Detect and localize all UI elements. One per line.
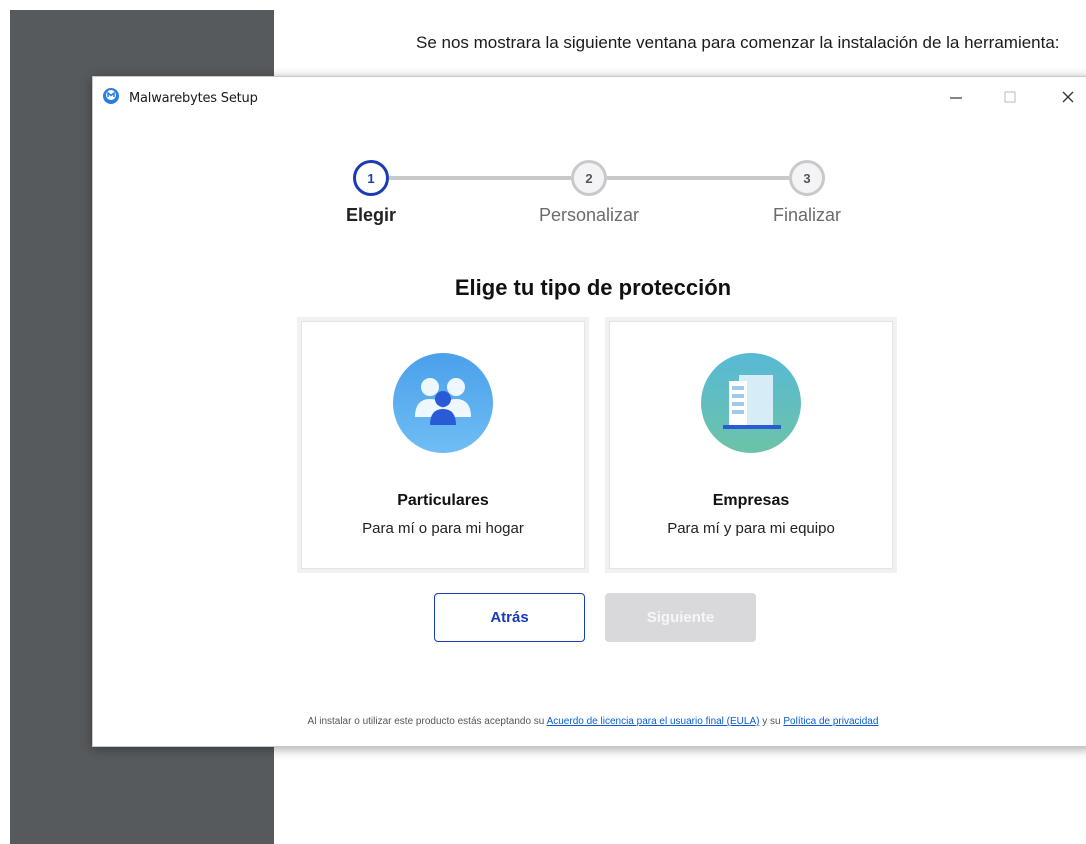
window-title: Malwarebytes Setup bbox=[129, 91, 258, 106]
step-1-circle: 1 bbox=[353, 160, 389, 196]
step-1-label: Elegir bbox=[345, 205, 397, 225]
building-icon bbox=[701, 353, 801, 453]
legal-footer: Al instalar o utilizar este producto est… bbox=[93, 716, 1086, 727]
eula-link[interactable]: Acuerdo de licencia para el usuario fina… bbox=[547, 716, 760, 727]
step-2-label: Personalizar bbox=[538, 205, 640, 225]
step-2-circle: 2 bbox=[571, 160, 607, 196]
minimize-button[interactable] bbox=[941, 83, 971, 111]
step-connector bbox=[607, 176, 789, 180]
card-title: Particulares bbox=[397, 492, 489, 509]
personal-protection-card[interactable]: Particulares Para mí o para mi hogar bbox=[301, 321, 585, 569]
footer-middle: y su bbox=[759, 716, 784, 727]
page-heading: Elige tu tipo de protección bbox=[454, 275, 732, 300]
business-protection-card[interactable]: Empresas Para mí y para mi equipo bbox=[609, 321, 893, 569]
setup-stepper: 1 2 3 Elegir Personalizar Finalizar bbox=[346, 160, 853, 230]
setup-window: Malwarebytes Setup 1 2 3 Elegir Personal… bbox=[92, 76, 1086, 747]
maximize-button[interactable] bbox=[995, 83, 1025, 111]
page-margin bbox=[0, 0, 10, 844]
card-subtitle: Para mí y para mi equipo bbox=[667, 520, 835, 537]
minimize-icon bbox=[950, 97, 962, 99]
people-icon bbox=[393, 353, 493, 453]
back-button[interactable]: Atrás bbox=[434, 593, 585, 642]
step-3-circle: 3 bbox=[789, 160, 825, 196]
step-3-label: Finalizar bbox=[772, 205, 842, 225]
window-titlebar[interactable]: Malwarebytes Setup bbox=[93, 77, 1086, 117]
close-button[interactable] bbox=[1053, 83, 1083, 111]
privacy-policy-link[interactable]: Política de privacidad bbox=[783, 716, 878, 727]
step-connector bbox=[389, 176, 571, 180]
footer-prefix: Al instalar o utilizar este producto est… bbox=[307, 716, 547, 727]
close-icon bbox=[1062, 91, 1074, 103]
card-subtitle: Para mí o para mi hogar bbox=[362, 520, 524, 537]
maximize-icon bbox=[1004, 91, 1016, 103]
document-intro-text: Se nos mostrara la siguiente ventana par… bbox=[416, 33, 1060, 52]
card-title: Empresas bbox=[712, 492, 790, 509]
malwarebytes-logo-icon bbox=[102, 87, 120, 105]
next-button[interactable]: Siguiente bbox=[605, 593, 756, 642]
